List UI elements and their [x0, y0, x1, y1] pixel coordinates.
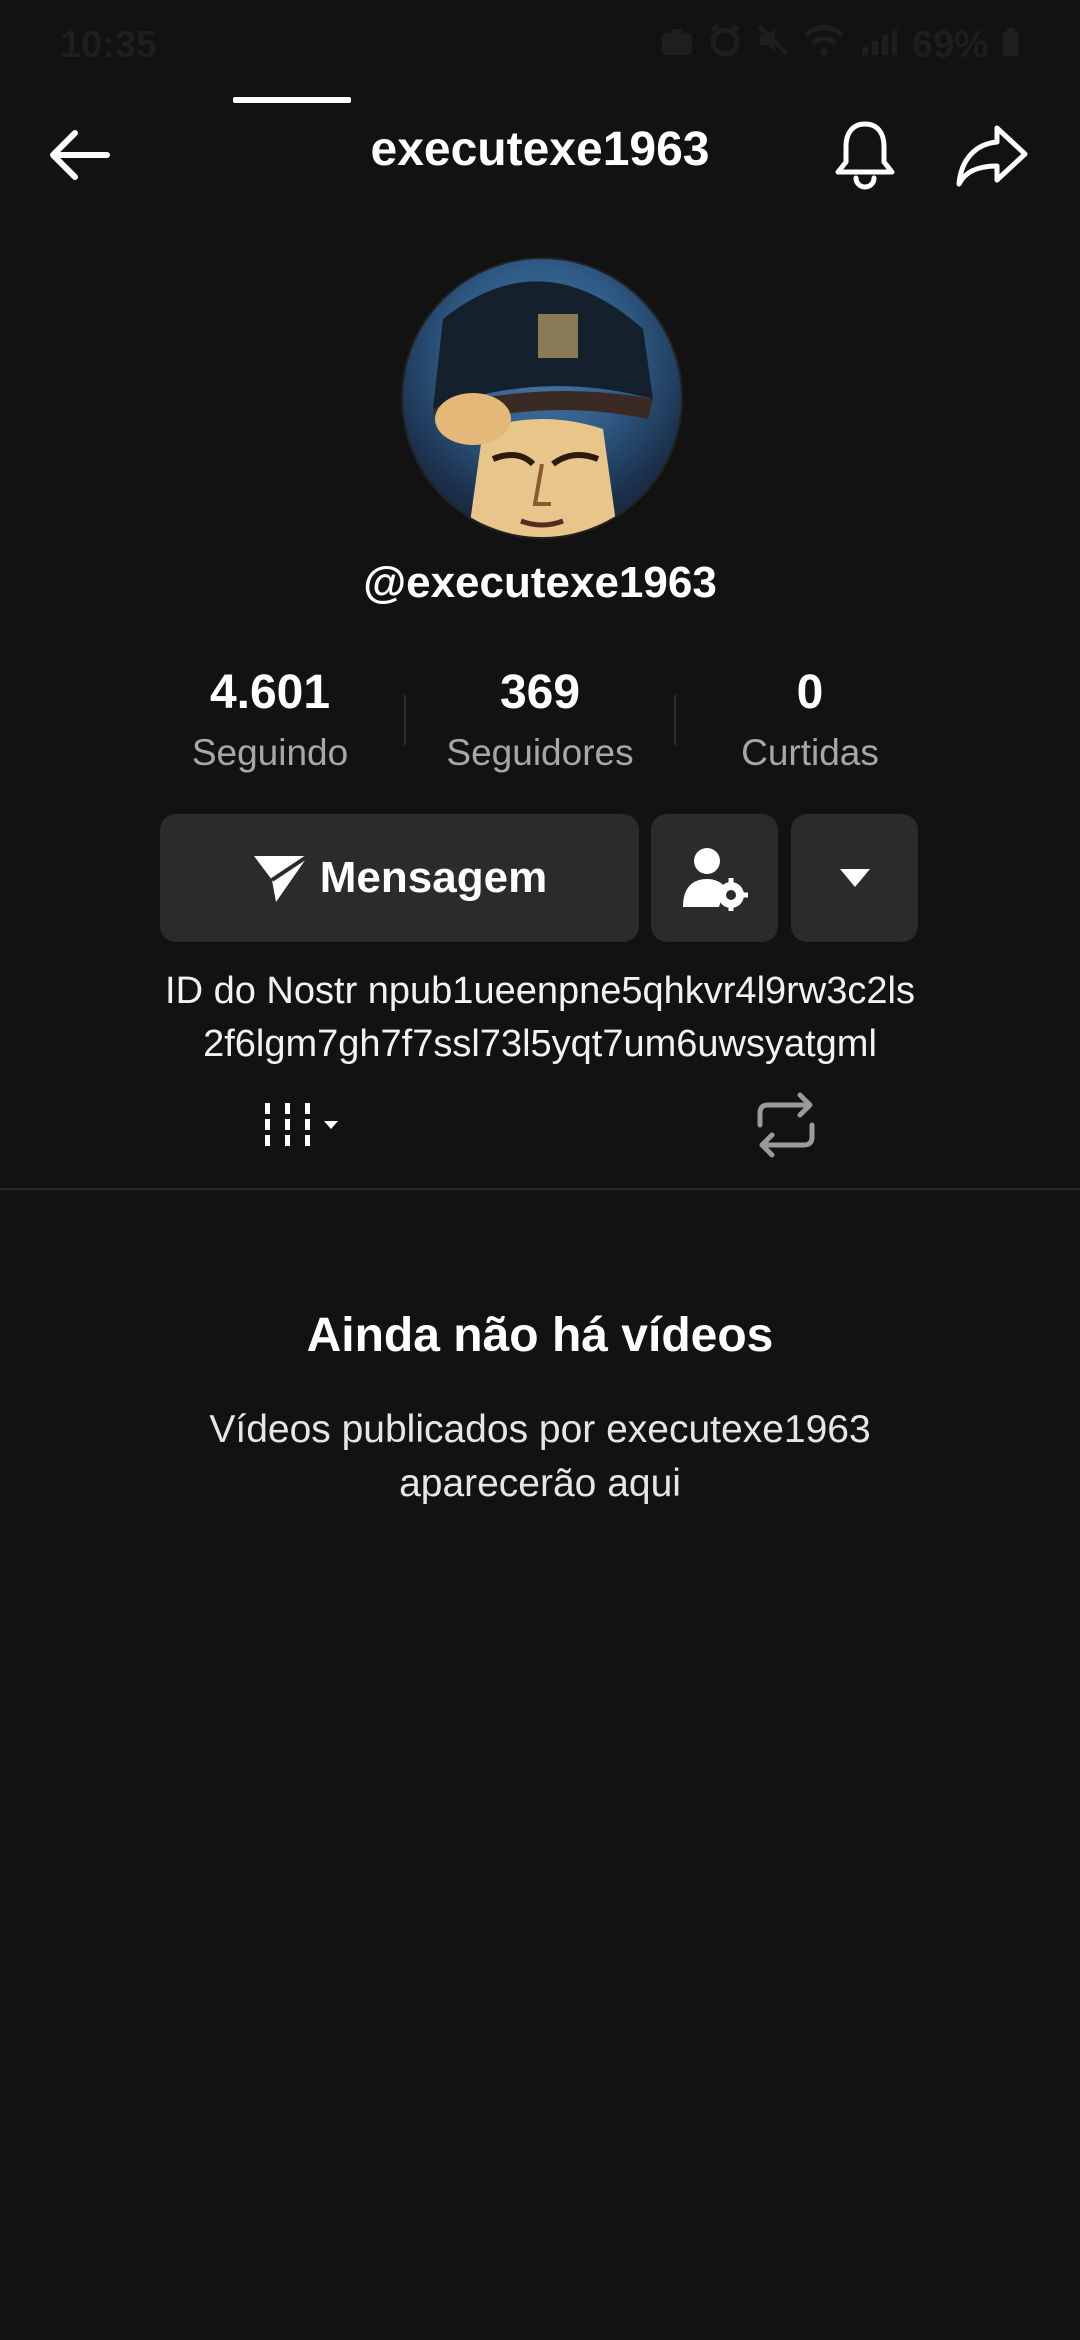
share-icon [956, 125, 1028, 187]
user-gear-icon [682, 848, 748, 911]
stat-value: 4.601 [209, 666, 331, 719]
stat-value: 369 [499, 666, 581, 719]
back-button[interactable] [45, 125, 115, 185]
empty-state-line: aparecerão aqui [399, 1462, 681, 1505]
stat-label: Seguidores [446, 732, 634, 773]
bell-icon [835, 121, 895, 190]
repost-icon [757, 1092, 815, 1158]
grid-bars-icon [265, 1103, 338, 1146]
nostr-id-line: 2f6lgm7gh7f7ssl73l5yqt7um6uwsyatgml [203, 1023, 877, 1065]
status-time: 10:35 [60, 23, 158, 66]
more-options-button[interactable] [791, 814, 918, 942]
stat-label: Seguindo [191, 732, 349, 773]
wifi-icon [804, 24, 844, 67]
share-button[interactable] [955, 122, 1029, 188]
stat-likes[interactable]: 0 Curtidas [675, 660, 945, 774]
active-tab-indicator [233, 97, 351, 103]
profile-tabs [0, 1085, 1080, 1189]
profile-handle: @executexe1963 [363, 558, 717, 607]
profile-stats: 4.601 Seguindo 369 Seguidores 0 Curtidas [0, 660, 1080, 780]
status-bar: 10:35 69% [0, 0, 1080, 90]
stat-label: Curtidas [741, 732, 879, 773]
signal-icon [858, 24, 898, 67]
profile-header: executexe1963 [0, 100, 1080, 210]
stat-followers[interactable]: 369 Seguidores [405, 660, 675, 774]
notifications-button[interactable] [830, 118, 900, 190]
empty-state-line: Vídeos publicados por executexe1963 [209, 1408, 871, 1451]
stat-value: 0 [796, 666, 824, 719]
header-title: executexe1963 [370, 123, 710, 176]
avatar-image [433, 281, 653, 537]
alarm-icon [708, 23, 742, 67]
nostr-id-line: ID do Nostr npub1ueenpne5qhkvr4l9rw3c2ls [165, 970, 915, 1012]
tabs-divider [0, 1188, 1080, 1190]
send-icon [253, 854, 309, 902]
tab-videos[interactable] [233, 1085, 351, 1189]
avatar[interactable] [401, 257, 683, 539]
message-button[interactable]: Mensagem [160, 814, 639, 942]
empty-state-message: Vídeos publicados por executexe1963 apar… [150, 1403, 930, 1511]
nostr-id: ID do Nostr npub1ueenpne5qhkvr4l9rw3c2ls… [60, 965, 1020, 1071]
camera-icon [660, 24, 694, 67]
tab-reposts[interactable] [700, 1085, 872, 1189]
battery-icon [1002, 24, 1020, 67]
battery-percent: 69% [911, 23, 988, 66]
message-button-label: Mensagem [319, 853, 548, 902]
arrow-left-icon [50, 130, 110, 180]
friend-settings-button[interactable] [651, 814, 778, 942]
stat-following[interactable]: 4.601 Seguindo [135, 660, 405, 774]
mute-icon [756, 23, 790, 67]
status-icons: 69% [660, 23, 1020, 67]
caret-down-icon [839, 869, 870, 887]
empty-state-title: Ainda não há vídeos [306, 1309, 774, 1362]
